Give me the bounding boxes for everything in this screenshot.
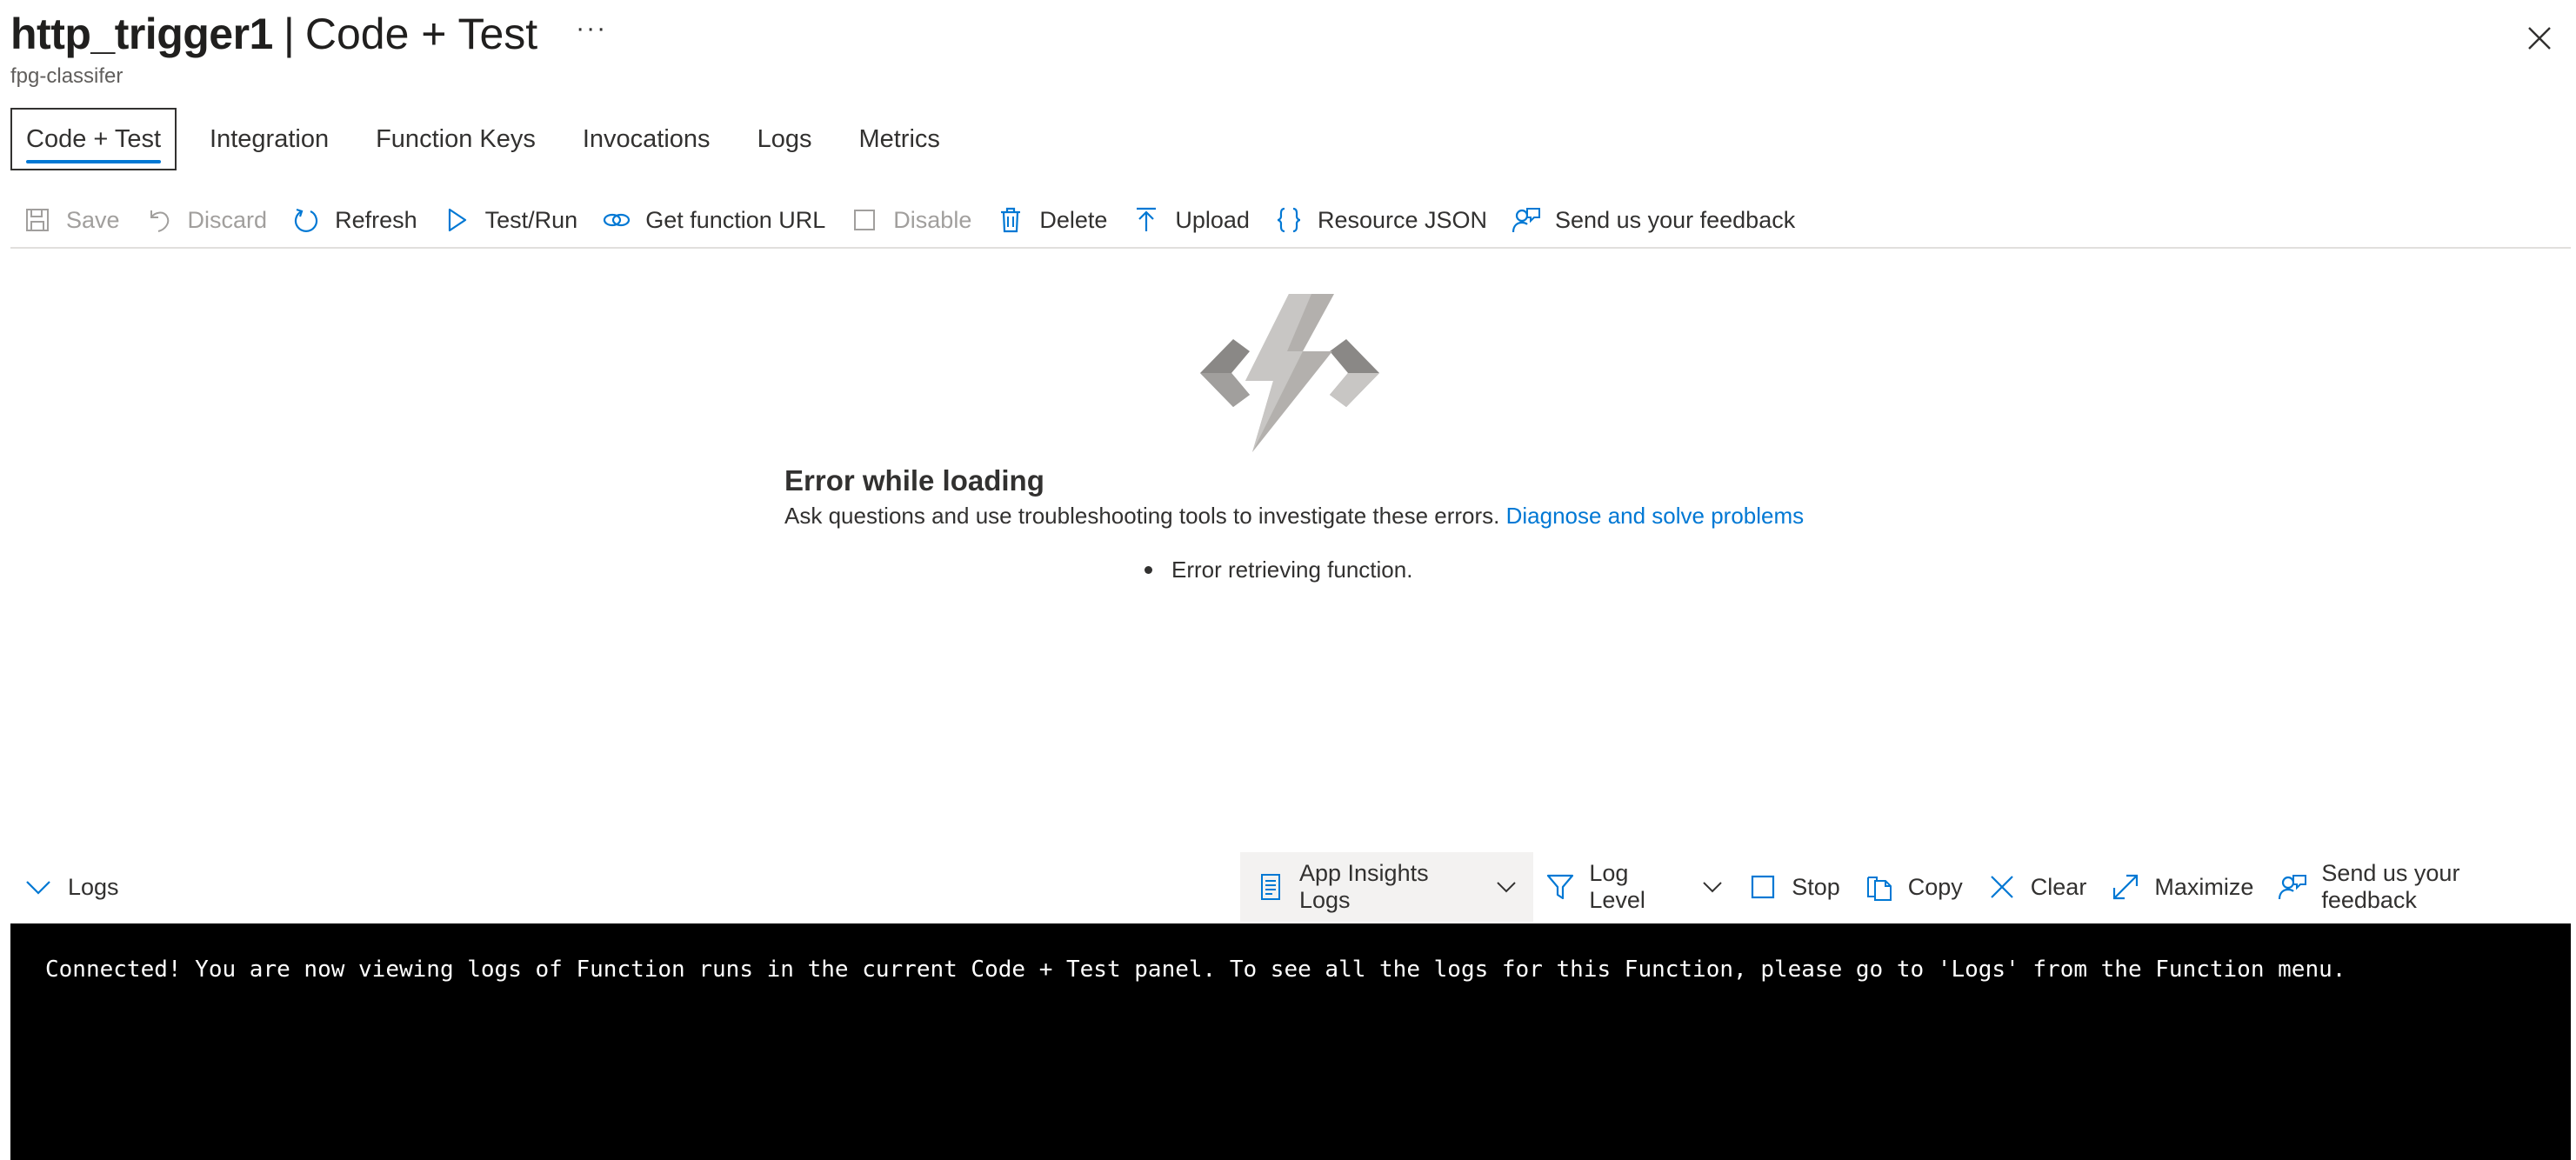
- logs-panel-header: Logs App Insights Logs Log Level Stop Co…: [10, 852, 2571, 922]
- get-function-url-label: Get function URL: [645, 206, 826, 233]
- checkbox-icon: [854, 210, 876, 230]
- clear-label: Clear: [2030, 873, 2087, 900]
- document-icon: [1261, 874, 1280, 900]
- maximize-label: Maximize: [2154, 873, 2254, 900]
- filter-icon: [1547, 874, 1574, 900]
- title-separator: |: [283, 10, 295, 58]
- refresh-button[interactable]: Refresh: [279, 196, 430, 244]
- save-button[interactable]: Save: [10, 196, 132, 244]
- function-name: http_trigger1: [10, 10, 273, 58]
- tab-logs[interactable]: Logs: [744, 108, 826, 170]
- undo-icon: [150, 210, 169, 232]
- app-insights-logs-label: App Insights Logs: [1299, 860, 1429, 913]
- disable-label: Disable: [893, 206, 972, 233]
- disable-button[interactable]: Disable: [838, 196, 984, 244]
- page-subtitle: fpg-classifer: [10, 64, 123, 88]
- log-level-dropdown[interactable]: Log Level: [1533, 852, 1736, 922]
- upload-icon: [1137, 207, 1157, 231]
- upload-button[interactable]: Upload: [1119, 196, 1262, 244]
- play-icon: [448, 208, 466, 232]
- tab-metrics[interactable]: Metrics: [844, 108, 953, 170]
- refresh-icon: [294, 208, 318, 232]
- function-app-icon: [1200, 294, 1379, 452]
- stop-icon: [1752, 875, 1775, 899]
- delete-button[interactable]: Delete: [984, 196, 1119, 244]
- tab-code-test[interactable]: Code + Test: [10, 108, 177, 170]
- save-label: Save: [66, 206, 120, 233]
- logs-toggle-label: Logs: [68, 873, 119, 900]
- copy-label: Copy: [1907, 873, 1963, 900]
- test-run-button[interactable]: Test/Run: [430, 196, 591, 244]
- refresh-label: Refresh: [335, 206, 417, 233]
- braces-icon: [1277, 207, 1301, 233]
- blade-header: http_trigger1 | Code + Test ··· fpg-clas…: [10, 9, 607, 88]
- maximize-icon: [2113, 874, 2139, 900]
- send-feedback-button[interactable]: Send us your feedback: [1499, 196, 1807, 244]
- tab-invocations[interactable]: Invocations: [569, 108, 724, 170]
- error-item: Error retrieving function.: [1171, 557, 1413, 583]
- error-description-text: Ask questions and use troubleshooting to…: [784, 503, 1500, 529]
- maximize-button[interactable]: Maximize: [2099, 852, 2266, 922]
- discard-label: Discard: [187, 206, 268, 233]
- resource-json-label: Resource JSON: [1317, 206, 1488, 233]
- clear-icon: [1991, 876, 2013, 898]
- tab-bar: Code + Test Integration Function Keys In…: [10, 108, 973, 170]
- log-console[interactable]: Connected! You are now viewing logs of F…: [10, 923, 2571, 1160]
- trash-icon: [1001, 207, 1021, 233]
- log-level-label: Log Level: [1589, 860, 1645, 913]
- logs-send-feedback-label: Send us your feedback: [2321, 860, 2460, 913]
- error-title: Error while loading: [784, 464, 1044, 497]
- page-title: http_trigger1 | Code + Test ···: [10, 9, 607, 59]
- stop-button[interactable]: Stop: [1736, 852, 1852, 922]
- bullet: [1145, 566, 1152, 574]
- get-function-url-button[interactable]: Get function URL: [590, 196, 838, 244]
- logs-toggle[interactable]: Logs: [10, 873, 119, 901]
- feedback-icon: [2279, 875, 2307, 900]
- resource-json-button[interactable]: Resource JSON: [1262, 196, 1499, 244]
- diagnose-link[interactable]: Diagnose and solve problems: [1506, 503, 1805, 529]
- chevron-down-icon: [26, 881, 50, 895]
- discard-button[interactable]: Discard: [132, 196, 280, 244]
- feedback-icon: [1512, 208, 1541, 233]
- command-bar: Save Discard Refresh Test/Run Get functi…: [10, 193, 2571, 249]
- copy-button[interactable]: Copy: [1852, 852, 1975, 922]
- test-run-label: Test/Run: [484, 206, 578, 233]
- error-description: Ask questions and use troubleshooting to…: [784, 503, 1804, 530]
- console-message: Connected! You are now viewing logs of F…: [45, 957, 2346, 983]
- copy-icon: [1866, 877, 1892, 901]
- logs-toolbar: App Insights Logs Log Level Stop Copy Cl…: [1240, 852, 2571, 922]
- delete-label: Delete: [1039, 206, 1108, 233]
- clear-button[interactable]: Clear: [1975, 852, 2099, 922]
- save-icon: [26, 209, 49, 231]
- chevron-down-icon: [1703, 882, 1722, 893]
- tab-function-keys[interactable]: Function Keys: [362, 108, 550, 170]
- link-icon: [604, 213, 631, 227]
- logs-send-feedback-button[interactable]: Send us your feedback: [2266, 852, 2571, 922]
- app-insights-logs-dropdown[interactable]: App Insights Logs: [1240, 852, 1534, 922]
- upload-label: Upload: [1175, 206, 1250, 233]
- chevron-down-icon: [1497, 882, 1517, 893]
- error-list: Error retrieving function.: [1145, 557, 1412, 583]
- more-options-button[interactable]: ···: [576, 14, 607, 43]
- send-feedback-label: Send us your feedback: [1555, 206, 1796, 233]
- section-name: Code + Test: [304, 10, 538, 58]
- tab-integration[interactable]: Integration: [196, 108, 343, 170]
- stop-label: Stop: [1792, 873, 1840, 900]
- close-icon[interactable]: [2522, 21, 2557, 56]
